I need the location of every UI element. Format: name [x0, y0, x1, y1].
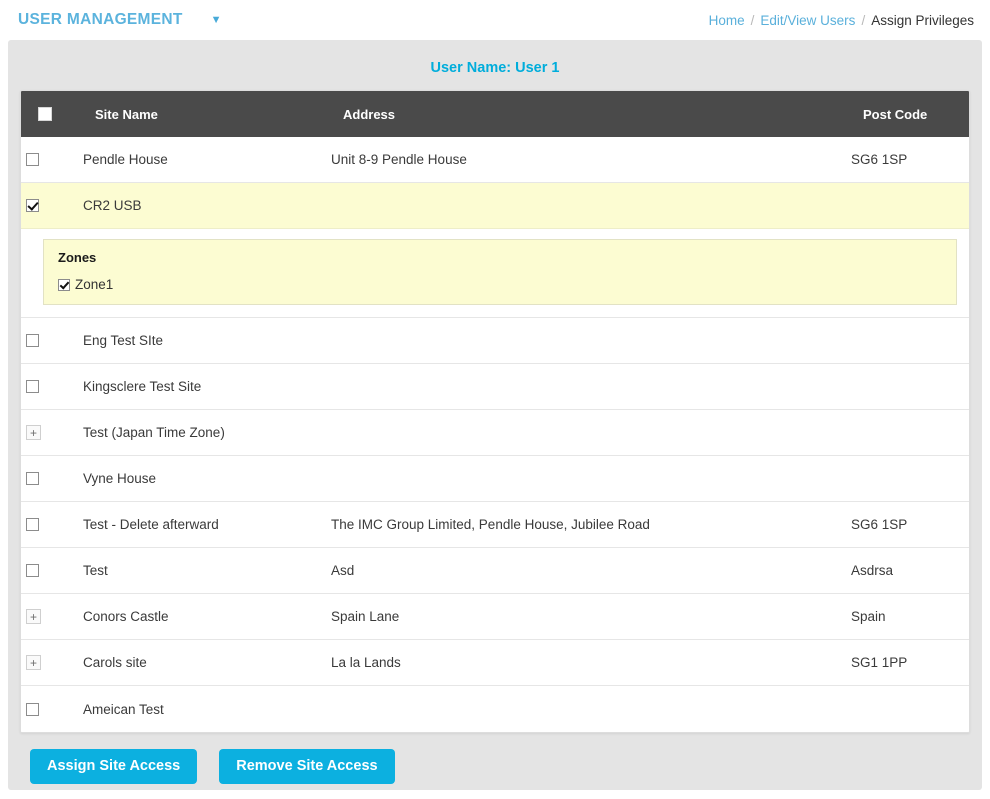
cell-site-name: Test - Delete afterward — [83, 517, 219, 532]
page-title: USER MANAGEMENT — [18, 11, 183, 28]
zones-panel: Zones Zone1 — [43, 239, 957, 305]
table-body: Pendle House Unit 8-9 Pendle House SG6 1SP… — [21, 137, 969, 732]
cell-post-code: Spain — [851, 609, 886, 624]
row-control-cell[interactable]: + — [21, 655, 83, 670]
zone-item[interactable]: Zone1 — [58, 277, 942, 292]
row-checkbox[interactable] — [26, 380, 39, 393]
expand-plus-icon[interactable]: + — [26, 425, 41, 440]
breadcrumb-item-edit-view-users[interactable]: Edit/View Users — [760, 13, 855, 28]
cell-site-name: Kingsclere Test Site — [83, 379, 202, 394]
table-row[interactable]: Test Asd Asdrsa — [21, 548, 969, 594]
cell-address: Unit 8-9 Pendle House — [331, 152, 467, 167]
select-all-checkbox[interactable] — [38, 107, 52, 121]
top-bar: USER MANAGEMENT ▼ Home / Edit/View Users… — [0, 0, 990, 40]
chevron-down-icon[interactable]: ▼ — [211, 14, 222, 26]
row-checkbox[interactable] — [26, 702, 39, 716]
table-row[interactable]: Kingsclere Test Site — [21, 364, 969, 410]
cell-site-name: Vyne House — [83, 471, 157, 486]
row-control-cell[interactable] — [21, 564, 83, 577]
cell-post-code: SG6 1SP — [851, 152, 908, 167]
row-control-cell[interactable] — [21, 380, 83, 393]
row-control-cell[interactable] — [21, 472, 83, 485]
cell-site-name: Test — [83, 563, 108, 578]
cell-site-name: Ameican Test — [83, 701, 164, 717]
row-control-cell[interactable] — [21, 199, 83, 212]
zone-label: Zone1 — [75, 277, 114, 292]
row-checkbox[interactable] — [26, 472, 39, 485]
assign-site-access-button[interactable]: Assign Site Access — [30, 749, 198, 784]
row-checkbox[interactable] — [26, 199, 39, 212]
cell-site-name: Eng Test SIte — [83, 333, 164, 348]
remove-site-access-button[interactable]: Remove Site Access — [219, 749, 395, 784]
zone-checkbox[interactable] — [58, 278, 70, 291]
cell-site-name: Conors Castle — [83, 609, 169, 624]
table-row[interactable]: + Conors Castle Spain Lane Spain — [21, 594, 969, 640]
row-control-cell[interactable] — [21, 153, 83, 166]
table-row[interactable]: + Test (Japan Time Zone) — [21, 410, 969, 456]
zones-row: Zones Zone1 — [21, 229, 969, 318]
user-name-banner: User Name: User 1 — [430, 60, 560, 76]
cell-address: The IMC Group Limited, Pendle House, Jub… — [331, 517, 650, 532]
breadcrumb-item-current: Assign Privileges — [871, 12, 974, 28]
row-control-cell[interactable] — [21, 702, 83, 716]
table-row[interactable]: CR2 USB — [21, 183, 969, 229]
table-row[interactable]: Eng Test SIte — [21, 318, 969, 364]
row-control-cell[interactable] — [21, 334, 83, 347]
expand-plus-icon[interactable]: + — [26, 655, 41, 670]
row-control-cell[interactable]: + — [21, 425, 83, 440]
page-panel: User Name: User 1 Site Name Address Post… — [8, 40, 982, 790]
cell-post-code: Asdrsa — [851, 563, 894, 578]
cell-site-name: Pendle House — [83, 152, 168, 167]
table-row[interactable]: Test - Delete afterward The IMC Group Lim… — [21, 502, 969, 548]
cell-post-code: SG6 1SP — [851, 517, 908, 532]
breadcrumb-item-home[interactable]: Home — [709, 13, 745, 28]
row-checkbox[interactable] — [26, 518, 39, 531]
top-bar-left: USER MANAGEMENT ▼ — [18, 11, 222, 29]
row-checkbox[interactable] — [26, 564, 39, 577]
column-header-post-code[interactable]: Post Code — [863, 107, 969, 122]
select-all-cell[interactable] — [33, 107, 95, 121]
sites-table: Site Name Address Post Code Pendle House… — [20, 90, 970, 733]
table-row[interactable]: Ameican Test — [21, 686, 969, 732]
row-control-cell[interactable]: + — [21, 609, 83, 624]
column-header-site-name[interactable]: Site Name — [95, 107, 343, 122]
cell-site-name: Test (Japan Time Zone) — [83, 425, 225, 440]
action-button-bar: Assign Site Access Remove Site Access — [20, 733, 970, 784]
table-row[interactable]: Vyne House — [21, 456, 969, 502]
cell-site-name: Carols site — [83, 655, 147, 670]
cell-address: Asd — [331, 563, 355, 578]
row-checkbox[interactable] — [26, 334, 39, 347]
table-header-row: Site Name Address Post Code — [21, 91, 969, 137]
cell-address: Spain Lane — [331, 609, 400, 624]
row-control-cell[interactable] — [21, 518, 83, 531]
table-row[interactable]: Pendle House Unit 8-9 Pendle House SG6 1SP — [21, 137, 969, 183]
zones-title: Zones — [58, 250, 97, 265]
table-row[interactable]: + Carols site La la Lands SG1 1PP — [21, 640, 969, 686]
expand-plus-icon[interactable]: + — [26, 609, 41, 624]
cell-post-code: SG1 1PP — [851, 655, 908, 670]
breadcrumb-separator: / — [750, 12, 755, 28]
breadcrumb: Home / Edit/View Users / Assign Privileg… — [709, 13, 974, 28]
cell-site-name: CR2 USB — [83, 198, 142, 213]
row-checkbox[interactable] — [26, 153, 39, 166]
column-header-address[interactable]: Address — [343, 107, 863, 122]
breadcrumb-separator: / — [861, 12, 866, 28]
cell-address: La la Lands — [331, 655, 401, 670]
